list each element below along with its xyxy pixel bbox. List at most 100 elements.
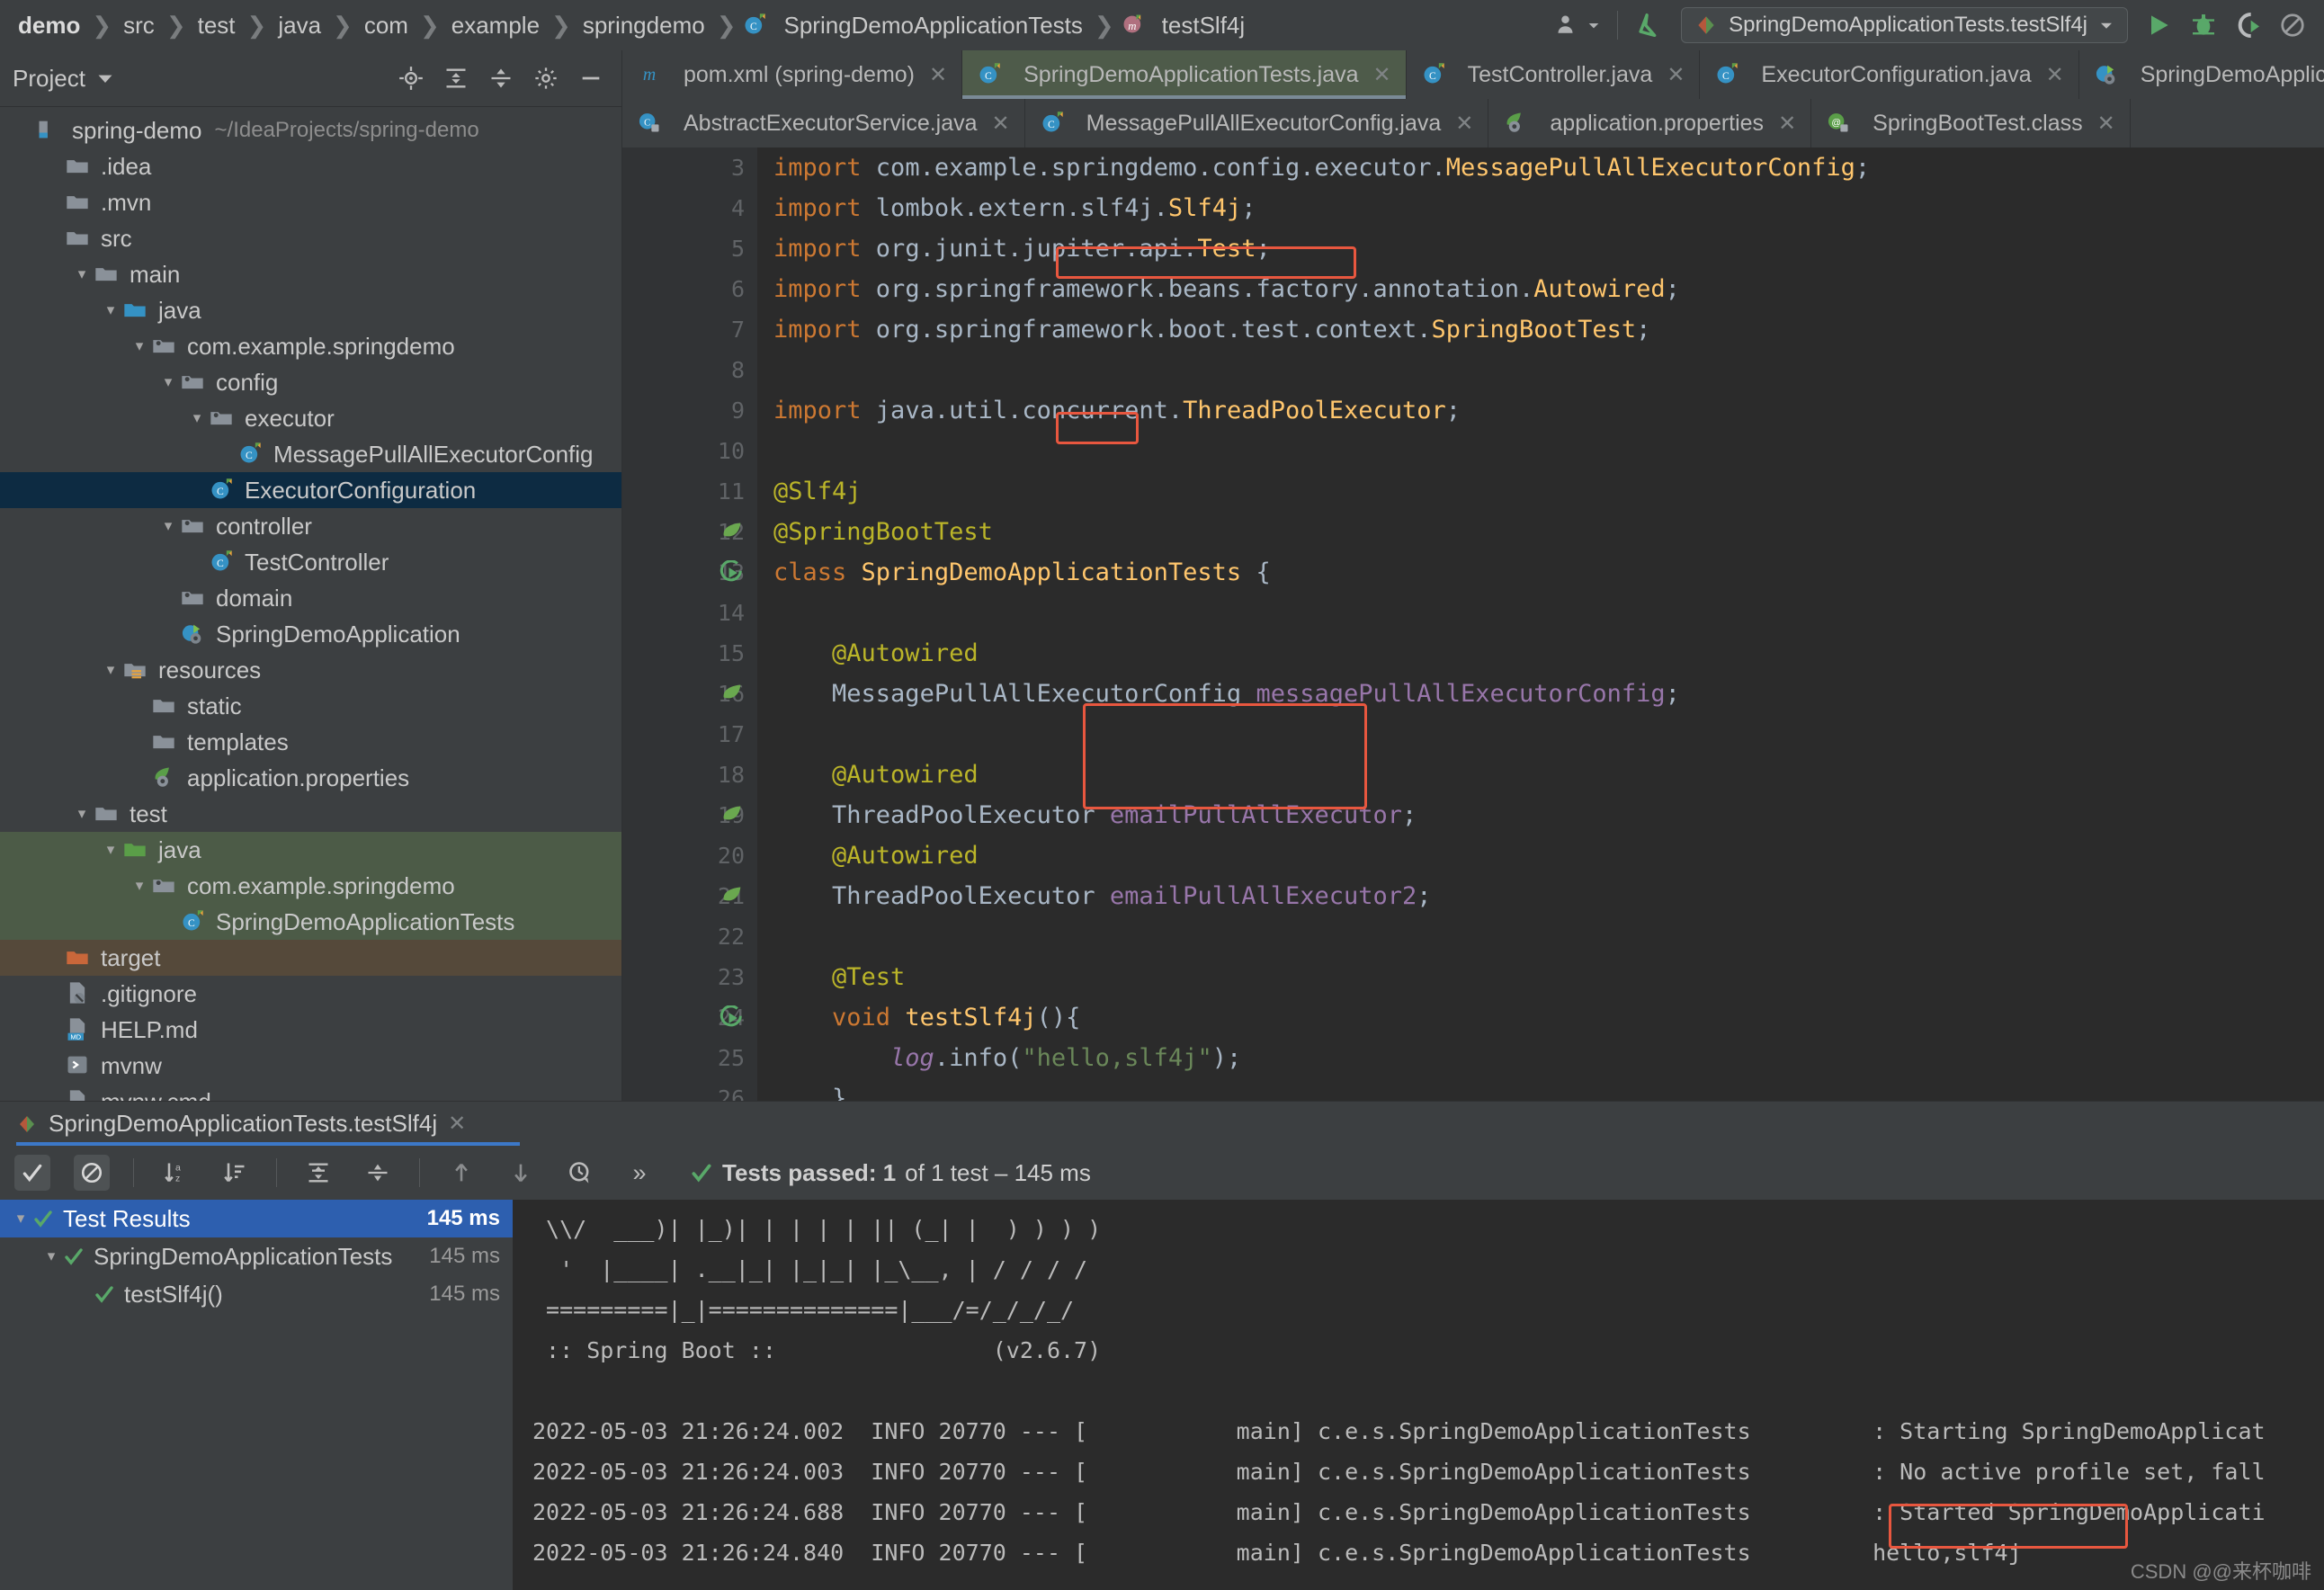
breadcrumb-item-springdemoapplicationtests[interactable]: C SpringDemoApplicationTests: [742, 12, 1087, 40]
chevron-down-icon[interactable]: ▾: [128, 337, 151, 355]
collapse-all-icon[interactable]: [360, 1155, 396, 1191]
run-test-icon[interactable]: [720, 1005, 745, 1031]
editor-tab[interactable]: C AbstractExecutorService.java ✕: [622, 99, 1025, 147]
chevron-down-icon[interactable]: [96, 69, 114, 87]
chevron-down-icon[interactable]: ▾: [156, 373, 180, 391]
editor-tab[interactable]: C TestController.java ✕: [1406, 50, 1701, 99]
tree-row[interactable]: SpringDemoApplication: [0, 616, 621, 652]
breadcrumb-item-demo[interactable]: demo: [13, 12, 85, 40]
run-icon[interactable]: [2144, 11, 2173, 40]
run-configuration-selector[interactable]: SpringDemoApplicationTests.testSlf4j: [1681, 7, 2128, 43]
code-line[interactable]: log.info("hello,slf4j");: [773, 1038, 2324, 1078]
spring-bean-icon[interactable]: [720, 520, 745, 545]
close-icon[interactable]: ✕: [992, 111, 1010, 137]
editor-tab[interactable]: C MessagePullAllExecutorConfig.java ✕: [1024, 99, 1489, 147]
editor-tab[interactable]: SpringDemoApplication.java✕: [2078, 50, 2324, 99]
account-icon[interactable]: [1554, 12, 1601, 39]
chevron-down-icon[interactable]: ▾: [99, 661, 122, 679]
code-line[interactable]: MessagePullAllExecutorConfig messagePull…: [773, 674, 2324, 714]
debug-icon[interactable]: [2189, 11, 2218, 40]
sort-alpha-icon[interactable]: az: [157, 1155, 193, 1191]
editor-tab[interactable]: @ SpringBootTest.class ✕: [1811, 99, 2131, 147]
editor-tab[interactable]: m pom.xml (spring-demo) ✕: [622, 50, 963, 99]
close-icon[interactable]: ✕: [929, 62, 947, 88]
tree-row[interactable]: ▾ controller: [0, 508, 621, 544]
breadcrumb-item-example[interactable]: example: [446, 12, 545, 40]
tree-row[interactable]: spring-demo ~/IdeaProjects/spring-demo: [0, 112, 621, 148]
run-coverage-icon[interactable]: [2234, 11, 2263, 40]
breadcrumb-item-springdemo[interactable]: springdemo: [577, 12, 711, 40]
close-icon[interactable]: ✕: [448, 1111, 466, 1137]
chevron-down-icon[interactable]: ▾: [128, 877, 151, 895]
close-icon[interactable]: ✕: [1455, 111, 1473, 137]
tree-row[interactable]: domain: [0, 580, 621, 616]
code-line[interactable]: import lombok.extern.slf4j.Slf4j;: [773, 188, 2324, 228]
tree-row[interactable]: mvnw: [0, 1048, 621, 1084]
chevron-double-right-icon[interactable]: »: [621, 1155, 657, 1191]
arrow-up-icon[interactable]: [443, 1155, 479, 1191]
tree-row[interactable]: src: [0, 220, 621, 256]
close-icon[interactable]: ✕: [1778, 111, 1796, 137]
tree-row[interactable]: .gitignore: [0, 976, 621, 1012]
editor-tab[interactable]: application.properties ✕: [1488, 99, 1812, 147]
code-line[interactable]: [773, 350, 2324, 390]
code-line[interactable]: }: [773, 1078, 2324, 1101]
tree-row[interactable]: MD HELP.md: [0, 1012, 621, 1048]
chevron-down-icon[interactable]: ▾: [185, 409, 209, 427]
tree-row[interactable]: ▾ main: [0, 256, 621, 292]
editor-tab-row-2[interactable]: C AbstractExecutorService.java ✕ C MessagePu…: [622, 99, 2324, 147]
run-tab[interactable]: SpringDemoApplicationTests.testSlf4j ✕: [0, 1101, 2324, 1146]
code-line[interactable]: @Autowired: [773, 755, 2324, 795]
code-line[interactable]: ThreadPoolExecutor emailPullAllExecutor;: [773, 795, 2324, 835]
bean-icon[interactable]: [720, 803, 745, 828]
chevron-down-icon[interactable]: ▾: [156, 517, 180, 535]
expand-all-icon[interactable]: [300, 1155, 336, 1191]
code-line[interactable]: @Autowired: [773, 633, 2324, 674]
tree-row[interactable]: ▾ com.example.springdemo: [0, 868, 621, 904]
code-line[interactable]: @Test: [773, 957, 2324, 997]
tree-row[interactable]: C TestController: [0, 544, 621, 580]
tree-row[interactable]: target: [0, 940, 621, 976]
tree-row[interactable]: application.properties: [0, 760, 621, 796]
code-line[interactable]: import com.example.springdemo.config.exe…: [773, 147, 2324, 188]
collapse-icon[interactable]: [443, 66, 469, 91]
tree-row[interactable]: C ExecutorConfiguration: [0, 472, 621, 508]
breadcrumb-item-src[interactable]: src: [118, 12, 160, 40]
tree-row[interactable]: ▾ executor: [0, 400, 621, 436]
chevron-down-icon[interactable]: ▾: [9, 1210, 32, 1228]
close-icon[interactable]: ✕: [2097, 111, 2115, 137]
tree-row[interactable]: mvnw.cmd: [0, 1084, 621, 1101]
code-line[interactable]: @SpringBootTest: [773, 512, 2324, 552]
settings-icon[interactable]: [533, 66, 559, 91]
tree-row[interactable]: ▾ test: [0, 796, 621, 832]
hide-icon[interactable]: [578, 66, 603, 91]
tree-row[interactable]: .idea: [0, 148, 621, 184]
expand-icon[interactable]: [488, 66, 514, 91]
close-icon[interactable]: ✕: [1373, 62, 1391, 88]
breadcrumb-item-java[interactable]: java: [273, 12, 326, 40]
history-icon[interactable]: [562, 1155, 598, 1191]
console-output[interactable]: \\/ ___)| |_)| | | | | || (_| | ) ) ) ) …: [513, 1200, 2324, 1590]
test-tree-row[interactable]: ▾ SpringDemoApplicationTests 145 ms: [0, 1237, 513, 1275]
tree-row[interactable]: C MessagePullAllExecutorConfig: [0, 436, 621, 472]
tree-row[interactable]: templates: [0, 724, 621, 760]
code-line[interactable]: import org.springframework.boot.test.con…: [773, 309, 2324, 350]
editor-tab-row-1[interactable]: m pom.xml (spring-demo) ✕ C SpringDemoApplic…: [622, 50, 2324, 99]
stop-icon[interactable]: [2279, 12, 2306, 39]
show-passed-toggle[interactable]: [14, 1155, 50, 1191]
chevron-down-icon[interactable]: ▾: [99, 301, 122, 319]
code-line[interactable]: import org.junit.jupiter.api.Test;: [773, 228, 2324, 269]
code-line[interactable]: [773, 431, 2324, 471]
code-line[interactable]: @Autowired: [773, 835, 2324, 876]
project-file-tree[interactable]: spring-demo ~/IdeaProjects/spring-demo .id…: [0, 107, 621, 1101]
code-line[interactable]: [773, 593, 2324, 633]
test-results-tree[interactable]: ▾ Test Results 145 ms ▾ SpringDemoApplicatio…: [0, 1200, 513, 1590]
close-icon[interactable]: ✕: [2046, 62, 2064, 88]
tree-row[interactable]: static: [0, 688, 621, 724]
code-line[interactable]: @Slf4j: [773, 471, 2324, 512]
code-line[interactable]: ThreadPoolExecutor emailPullAllExecutor2…: [773, 876, 2324, 916]
code-line[interactable]: [773, 916, 2324, 957]
code-line[interactable]: [773, 714, 2324, 755]
breadcrumb-item-testslf4j[interactable]: m testSlf4j: [1121, 12, 1251, 40]
tree-row[interactable]: ▾ com.example.springdemo: [0, 328, 621, 364]
